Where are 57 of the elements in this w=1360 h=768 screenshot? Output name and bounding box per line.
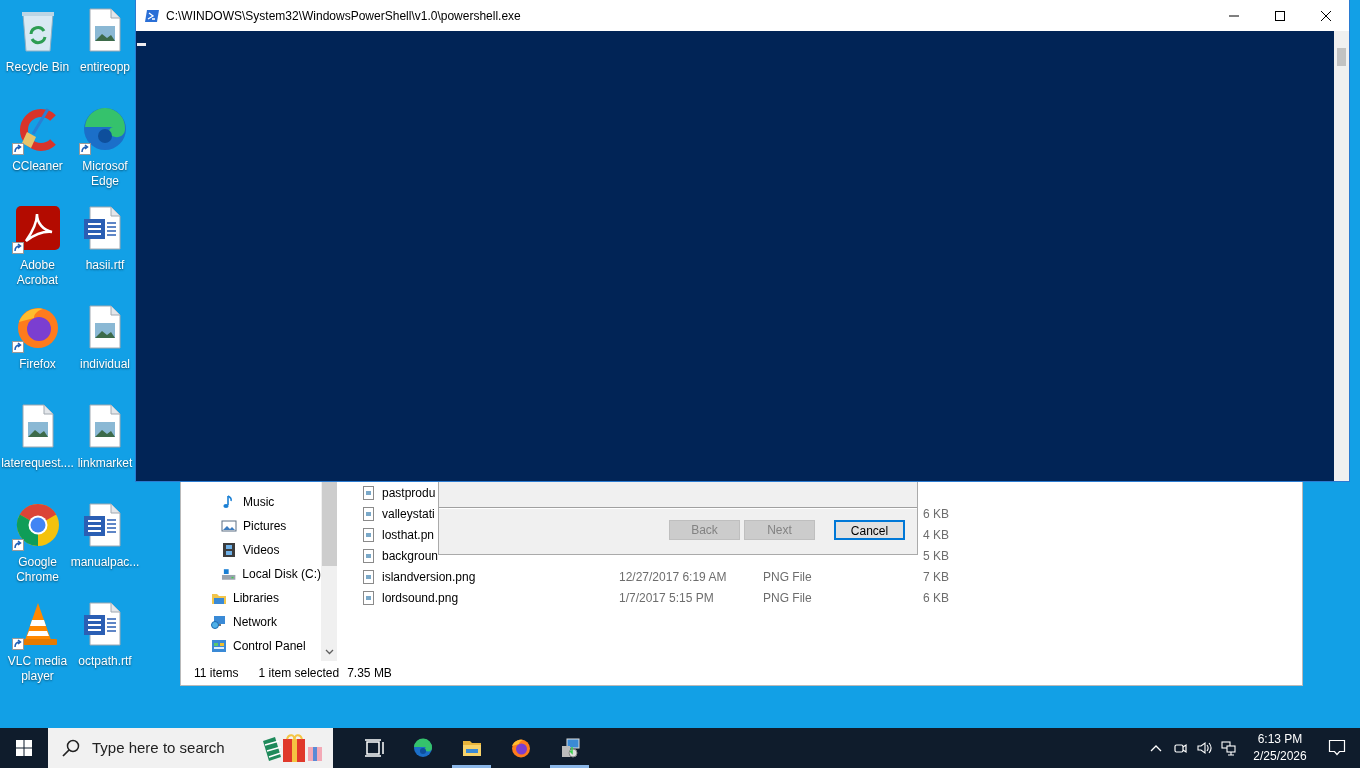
film-icon [221, 542, 237, 558]
terminal-icon [144, 7, 160, 24]
nav-item[interactable]: Control Panel [181, 634, 321, 658]
folder-icon [460, 738, 483, 758]
text-cursor [137, 43, 146, 46]
scrollbar[interactable] [321, 482, 337, 661]
file-icon [361, 589, 376, 606]
file-icon [361, 568, 376, 585]
picture-icon [221, 518, 237, 534]
maximize-icon [1275, 10, 1285, 21]
swirl-browser-icon[interactable] [81, 105, 129, 153]
file-name[interactable]: pastprodu [382, 483, 436, 502]
selection-count: 1 item selected [258, 665, 340, 682]
nav-item[interactable]: Libraries [181, 586, 321, 610]
network-icon [211, 614, 227, 630]
speech-bubble-icon [1328, 739, 1346, 757]
windows-logo-icon [16, 740, 32, 756]
clock[interactable]: 6:13 PM 2/25/2026 [1246, 731, 1314, 765]
swirl-browser-icon [411, 738, 434, 758]
nav-item[interactable]: Network [181, 610, 321, 634]
file-size: 6 KB [923, 506, 949, 521]
nav-item[interactable]: Videos [181, 538, 321, 562]
selection-size: 7.35 MB [347, 665, 392, 682]
file-icon [361, 547, 376, 564]
file-type: PNG File [763, 569, 812, 584]
file-name[interactable]: losthat.pn [382, 525, 435, 544]
item-count: 11 items [194, 665, 239, 682]
control-panel-icon [211, 638, 227, 654]
network-icon [1220, 740, 1236, 756]
nav-item[interactable]: Local Disk (C:) [181, 562, 321, 586]
task-view-icon [362, 738, 385, 758]
file-type: PNG File [763, 590, 812, 605]
pdf-app-icon[interactable] [13, 204, 62, 252]
file-size: 4 KB [923, 527, 949, 542]
file-name[interactable]: islandversion.png [382, 567, 476, 586]
date-modified: 1/7/2017 5:15 PM [619, 590, 714, 605]
file-size: 7 KB [923, 569, 949, 584]
search-icon [62, 739, 80, 757]
file-size: 6 KB [923, 590, 949, 605]
file-name[interactable]: backgroun [382, 546, 439, 565]
file-icon [361, 526, 376, 543]
speaker-icon [1196, 740, 1212, 756]
close-icon [1321, 10, 1331, 21]
file-size: 5 KB [923, 548, 949, 563]
drive-icon [221, 566, 237, 582]
file-icon [361, 505, 376, 522]
date-modified: 12/27/2017 6:19 AM [619, 569, 727, 584]
file-name[interactable]: lordsound.png [382, 588, 459, 607]
search-field[interactable]: Type here to search [48, 728, 333, 768]
nav-item[interactable]: Pictures [181, 514, 321, 538]
dialog-button[interactable]: Cancel [834, 520, 905, 540]
fox-browser-icon [509, 738, 532, 758]
file-name[interactable]: valleystati [382, 504, 435, 523]
scrollbar[interactable] [1334, 31, 1349, 481]
nav-item[interactable]: Music [181, 490, 321, 514]
window-title: C:\WINDOWS\System32\WindowsPowerShell\v1.0\powershell.exe [166, 7, 522, 25]
chevron-down-icon[interactable] [324, 647, 334, 656]
